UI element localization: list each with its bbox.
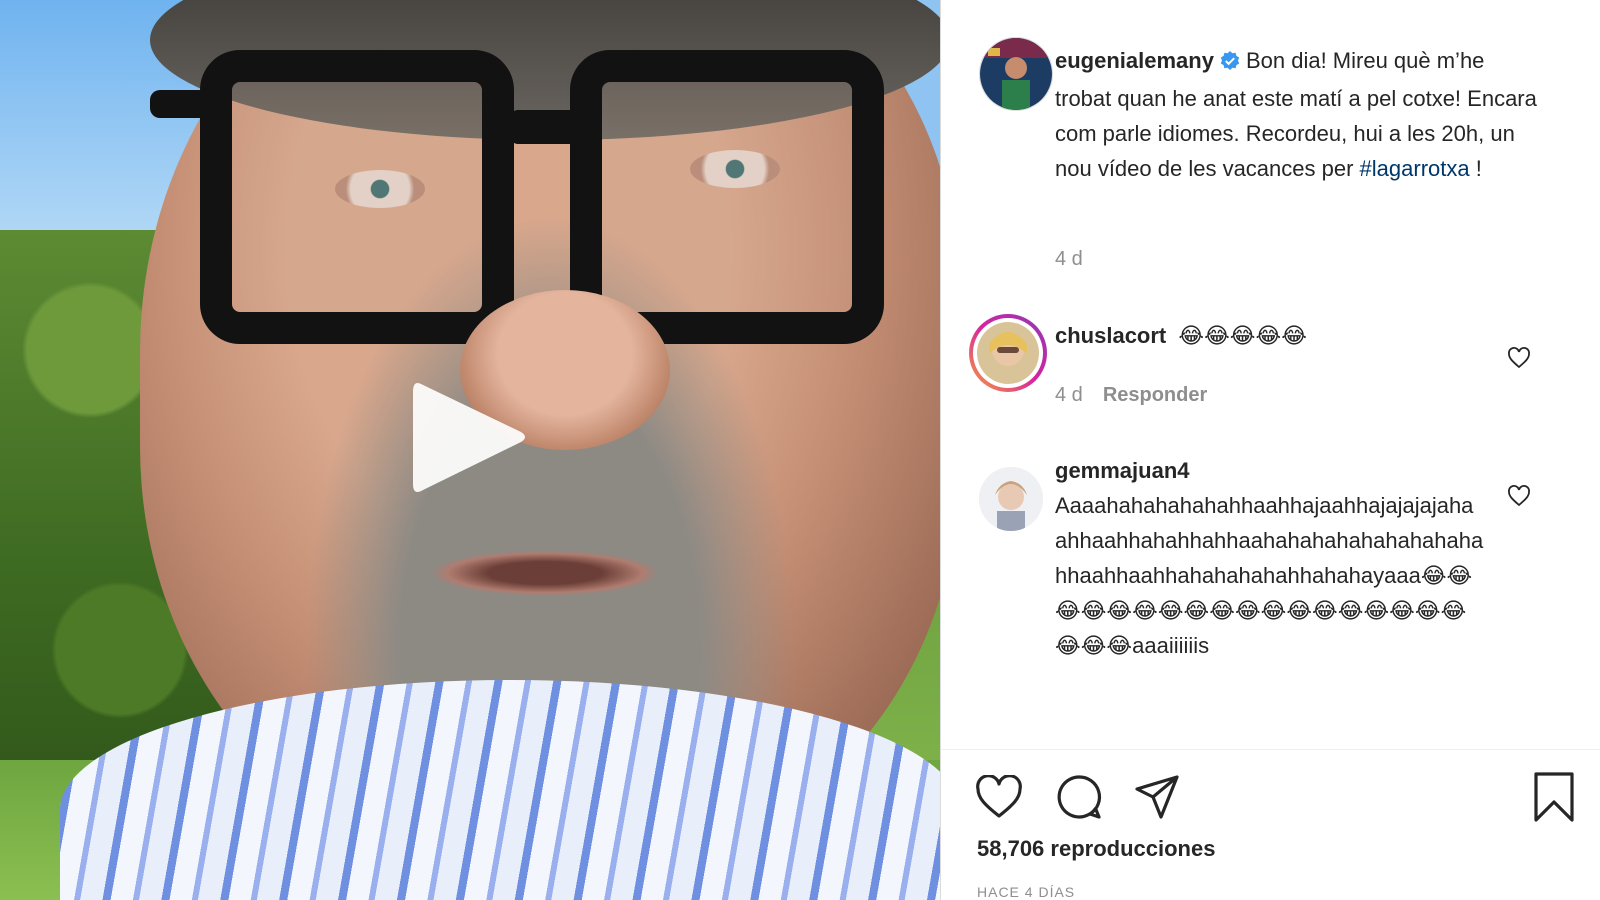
post-date: HACE 4 DÍAS — [977, 884, 1076, 900]
comment-icon[interactable] — [1055, 773, 1103, 826]
author-avatar[interactable] — [979, 37, 1053, 111]
like-comment-heart-icon[interactable] — [1507, 346, 1531, 375]
comment-text: 😂😂😂😂😂 — [1178, 323, 1307, 348]
commenter-avatar-gemmajuan4[interactable] — [979, 467, 1043, 531]
comment-username[interactable]: gemmajuan4 — [1055, 458, 1190, 483]
verified-badge-icon — [1220, 46, 1240, 81]
post-caption: eugenialemany Bon dia! Mireu què m’he tro… — [1055, 43, 1545, 186]
bookmark-icon[interactable] — [1531, 771, 1577, 828]
play-icon[interactable] — [403, 372, 533, 507]
author-username[interactable]: eugenialemany — [1055, 48, 1214, 73]
post-details-panel: eugenialemany Bon dia! Mireu què m’he tro… — [940, 0, 1600, 900]
heart-icon[interactable] — [975, 774, 1023, 824]
comment-age: 4 d — [1055, 384, 1083, 406]
comment-item: chuslacort 😂😂😂😂😂 — [1055, 318, 1485, 353]
video-player[interactable] — [0, 0, 940, 900]
view-count: 58,706 reproducciones — [977, 836, 1216, 861]
comment-text: Aaaahahahahahahhaahhajaahhajajajajahaahh… — [1055, 493, 1484, 658]
person-mouth — [430, 550, 660, 596]
divider — [941, 749, 1600, 750]
paper-plane-icon[interactable] — [1133, 773, 1181, 826]
commenter-avatar-chuslacort[interactable] — [969, 314, 1047, 392]
hashtag-link[interactable]: #lagarrotxa — [1360, 156, 1470, 181]
eyeglasses — [150, 20, 920, 344]
caption-end: ! — [1469, 156, 1482, 181]
like-comment-heart-icon[interactable] — [1507, 484, 1531, 513]
comment-username[interactable]: chuslacort — [1055, 323, 1166, 348]
reply-button[interactable]: Responder — [1103, 384, 1207, 406]
comment-meta: 4 d Responder — [1055, 384, 1207, 407]
comment-item: gemmajuan4 Aaaahahahahahahhaahhajaahhaja… — [1055, 453, 1485, 663]
post-age: 4 d — [1055, 248, 1083, 270]
